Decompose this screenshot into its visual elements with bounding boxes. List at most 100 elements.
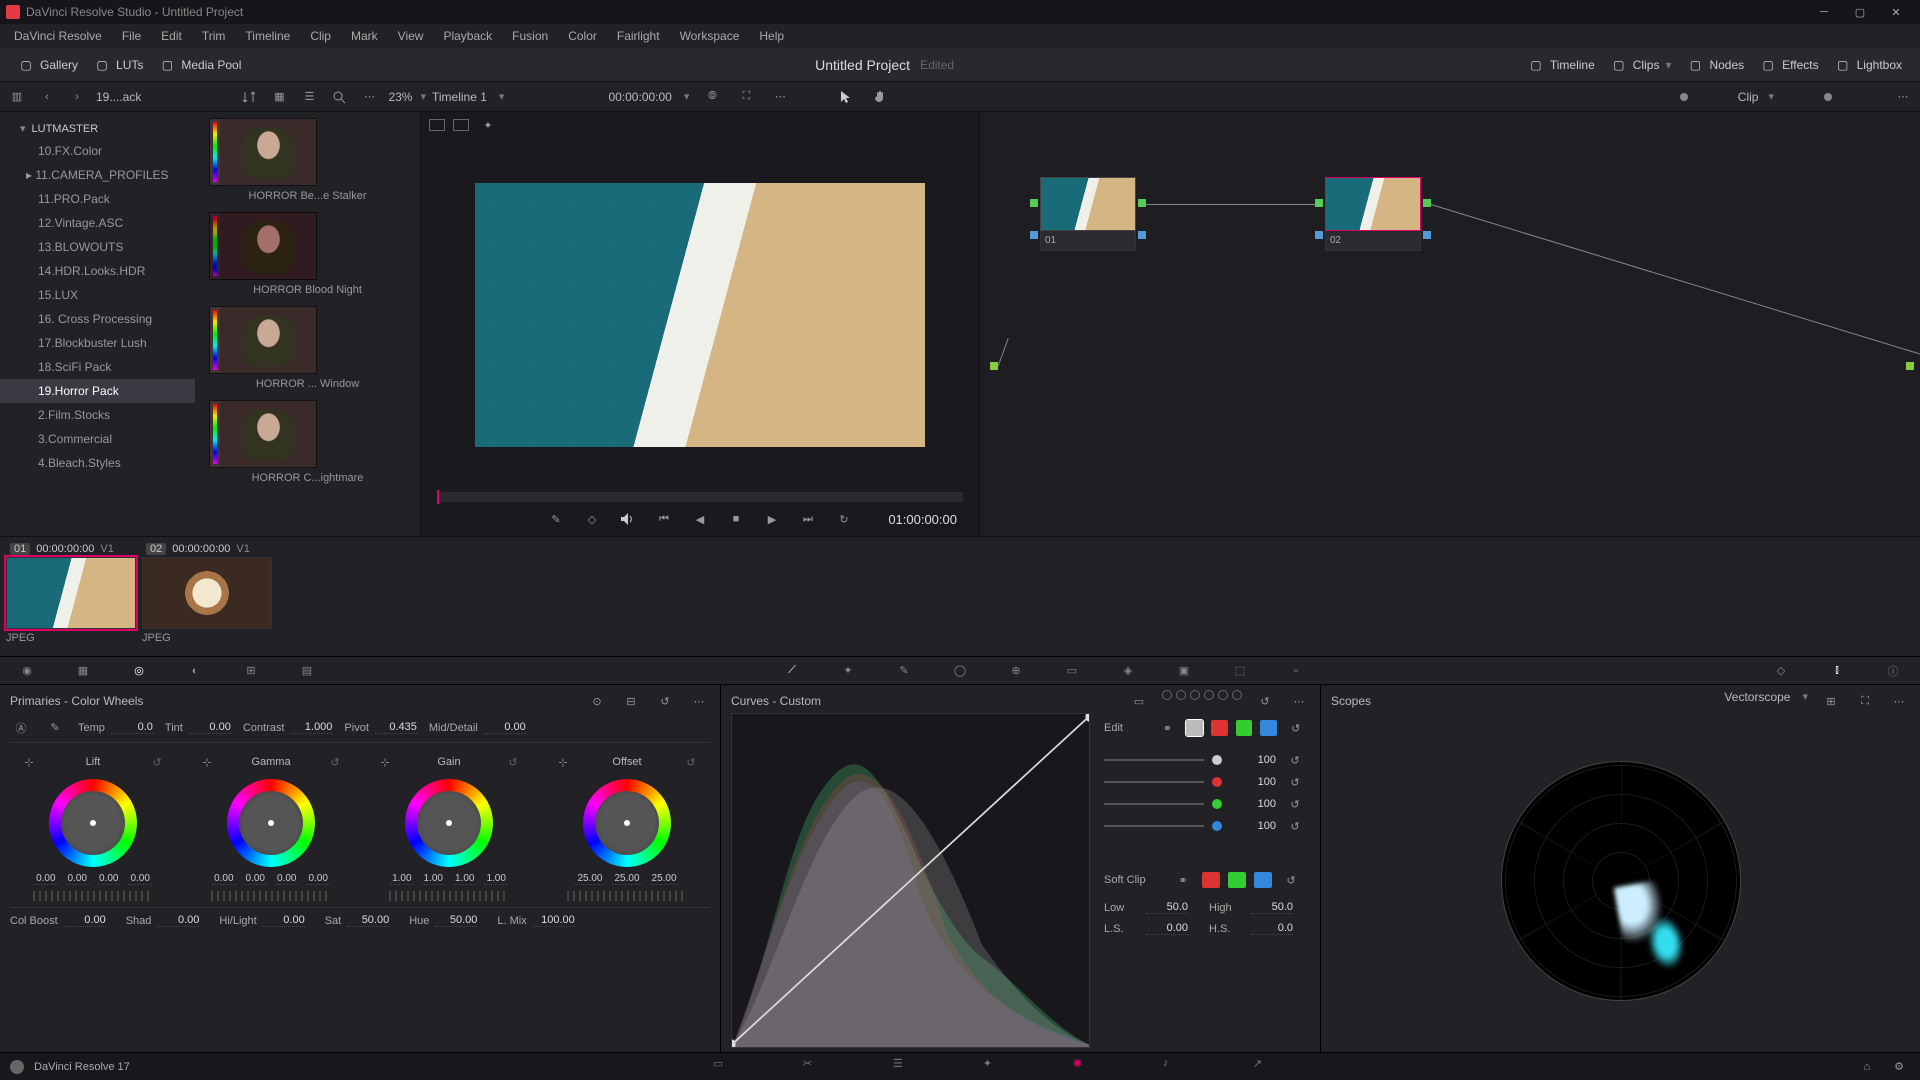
wheel-reset-icon[interactable]: ↺ — [502, 751, 524, 773]
menu-davinci-resolve[interactable]: DaVinci Resolve — [6, 26, 110, 46]
picker-icon[interactable]: ✎ — [44, 717, 66, 739]
hand-tool-icon[interactable] — [869, 86, 891, 108]
options-icon[interactable]: ⋯ — [358, 86, 380, 108]
wheel-values[interactable]: 0.000.000.000.00 — [34, 873, 152, 885]
primaries-options-icon[interactable]: ⋯ — [688, 690, 710, 712]
node-options-icon[interactable]: ⋯ — [1892, 86, 1914, 108]
lightbox-icon[interactable]: ▢Lightbox — [1827, 53, 1910, 77]
menu-mark[interactable]: Mark — [343, 26, 386, 46]
row-reset-icon[interactable]: ↺ — [1284, 771, 1306, 793]
wheel-values[interactable]: 1.001.001.001.00 — [390, 873, 508, 885]
lut-folder-item[interactable]: 3.Commercial — [0, 427, 195, 451]
lut-thumbnail[interactable]: HORROR ... Window — [209, 306, 406, 390]
sizing-icon[interactable]: ⬚ — [1231, 662, 1249, 680]
grid-view-icon[interactable]: ▦ — [268, 86, 290, 108]
adjust-temp[interactable]: Temp0.0 — [78, 721, 153, 734]
lut-folder-item[interactable]: 16. Cross Processing — [0, 307, 195, 331]
zoom-label[interactable]: 23% — [388, 90, 412, 104]
color-match-icon[interactable]: ▦ — [74, 662, 92, 680]
menu-playback[interactable]: Playback — [435, 26, 500, 46]
menu-color[interactable]: Color — [560, 26, 605, 46]
scope-options-icon[interactable]: ⋯ — [1888, 690, 1910, 712]
scope-layout-icon[interactable]: ⊞ — [1820, 690, 1842, 712]
viewer-timecode[interactable]: 00:00:00:00 — [608, 90, 671, 104]
luts-icon[interactable]: ▢LUTs — [86, 53, 151, 77]
sort-icon[interactable] — [238, 86, 260, 108]
channel-reset-icon[interactable]: ↺ — [1285, 717, 1306, 739]
channel-y-icon[interactable] — [1186, 720, 1203, 736]
graph-output-port[interactable] — [1906, 362, 1914, 370]
timeline-icon[interactable]: ▢Timeline — [1520, 53, 1603, 77]
softclip-low[interactable]: Low50.0 — [1104, 901, 1201, 914]
menu-fusion[interactable]: Fusion — [504, 26, 556, 46]
wheel-reset-icon[interactable]: ↺ — [324, 751, 346, 773]
viewer-canvas[interactable] — [421, 138, 979, 492]
menu-view[interactable]: View — [390, 26, 432, 46]
softclip-reset-icon[interactable]: ↺ — [1280, 869, 1302, 891]
user-icon[interactable] — [10, 1060, 24, 1074]
deliver-page-icon[interactable]: ↗ — [1253, 1057, 1273, 1077]
node-graph[interactable]: 01 02 — [980, 112, 1920, 536]
lut-thumbnail[interactable]: HORROR Blood Night — [209, 212, 406, 296]
wheel-jog[interactable] — [389, 891, 509, 901]
channel-r-icon[interactable] — [1211, 720, 1228, 736]
next-clip-icon[interactable]: ⏭ — [797, 508, 819, 530]
wheel-picker-icon[interactable]: ⊹ — [552, 751, 574, 773]
search-icon[interactable] — [328, 86, 350, 108]
expand-icon[interactable]: ⛶ — [735, 86, 757, 108]
softclip-hs[interactable]: H.S.0.0 — [1209, 922, 1306, 935]
curve-dot-icon[interactable] — [1176, 690, 1186, 700]
node-02[interactable]: 02 — [1325, 177, 1421, 251]
viewer-wand-icon[interactable]: ✦ — [477, 114, 499, 136]
media-page-icon[interactable]: ▭ — [713, 1057, 733, 1077]
scope-expand-icon[interactable]: ⛶ — [1854, 690, 1876, 712]
lut-folder-item[interactable]: 13.BLOWOUTS — [0, 235, 195, 259]
curves-mode-a-icon[interactable]: ▭ — [1128, 690, 1150, 712]
minimize-button[interactable]: ─ — [1806, 0, 1842, 24]
wheel-reset-icon[interactable]: ↺ — [680, 751, 702, 773]
adjust-hue[interactable]: Hue50.00 — [409, 914, 477, 927]
maximize-button[interactable]: ▢ — [1842, 0, 1878, 24]
sliders-icon[interactable]: ⊟ — [620, 690, 642, 712]
unmix-icon[interactable]: ◇ — [581, 508, 603, 530]
mute-icon[interactable] — [617, 508, 639, 530]
lut-folder-item[interactable]: 18.SciFi Pack — [0, 355, 195, 379]
prev-clip-icon[interactable]: ⏮ — [653, 508, 675, 530]
menu-fairlight[interactable]: Fairlight — [609, 26, 668, 46]
clip-thumbnail[interactable]: 0100:00:00:00V1JPEG — [6, 541, 136, 644]
channel-b-icon[interactable] — [1260, 720, 1277, 736]
lut-folder-item[interactable]: 15.LUX — [0, 283, 195, 307]
curve-intensity-row[interactable]: 100↺ — [1104, 793, 1306, 815]
auto-wb-icon[interactable]: Ⓐ — [10, 717, 32, 739]
warper-icon[interactable]: ✦ — [839, 662, 857, 680]
softclip-r-icon[interactable] — [1202, 872, 1220, 888]
auto-balance-icon[interactable]: ⊙ — [586, 690, 608, 712]
viewer-mode-a-icon[interactable] — [429, 119, 445, 131]
viewer-mode-b-icon[interactable] — [453, 119, 469, 131]
motion-icon[interactable]: ▤ — [298, 662, 316, 680]
hdr-wheel-icon[interactable]: ◐ — [186, 662, 204, 680]
lut-folder-item[interactable]: 11.PRO.Pack — [0, 187, 195, 211]
pointer-tool-icon[interactable] — [835, 86, 857, 108]
clip-mode-label[interactable]: Clip — [1738, 90, 1759, 104]
curve-dot-icon[interactable] — [1190, 690, 1200, 700]
tracker-icon[interactable]: ⊕ — [1007, 662, 1025, 680]
color-wheel[interactable] — [583, 779, 671, 867]
lut-folder-item[interactable]: 2.Film.Stocks — [0, 403, 195, 427]
list-view-icon[interactable]: ☰ — [298, 86, 320, 108]
menu-trim[interactable]: Trim — [194, 26, 234, 46]
panel-toggle-icon[interactable]: ▥ — [6, 86, 28, 108]
color-picker-icon[interactable]: ✎ — [545, 508, 567, 530]
wheel-picker-icon[interactable]: ⊹ — [196, 751, 218, 773]
menu-file[interactable]: File — [114, 26, 149, 46]
forward-icon[interactable]: › — [66, 86, 88, 108]
lut-folder-item[interactable]: 12.Vintage.ASC — [0, 211, 195, 235]
scope-type-label[interactable]: Vectorscope — [1724, 690, 1790, 712]
qualifier-icon[interactable]: ✎ — [895, 662, 913, 680]
info-icon[interactable]: ⓘ — [1884, 662, 1902, 680]
window-icon[interactable]: ◯ — [951, 662, 969, 680]
menu-workspace[interactable]: Workspace — [672, 26, 748, 46]
softclip-g-icon[interactable] — [1228, 872, 1246, 888]
curves-reset-icon[interactable]: ↺ — [1254, 690, 1276, 712]
rgb-mixer-icon[interactable]: ⊞ — [242, 662, 260, 680]
